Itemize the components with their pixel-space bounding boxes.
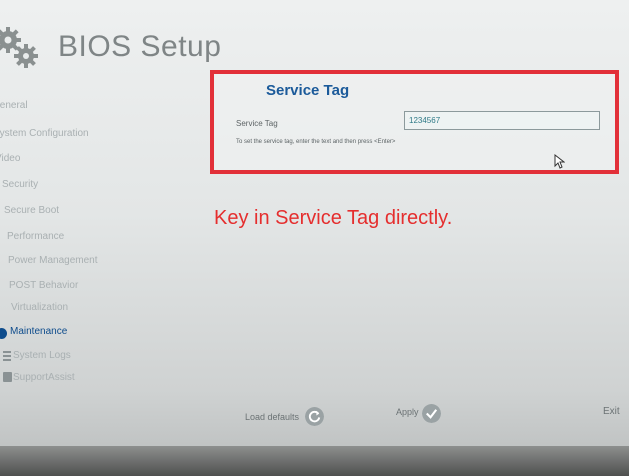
- sidebar-item-label: Virtualization: [11, 302, 69, 313]
- support-icon: [3, 372, 12, 382]
- sidebar-item-power-management[interactable]: Power Management: [8, 255, 98, 273]
- sidebar-item-label: Secure Boot: [4, 205, 60, 216]
- panel-title: Service Tag: [266, 82, 350, 99]
- service-tag-label: Service Tag: [236, 119, 278, 128]
- page-title: BIOS Setup: [58, 30, 222, 63]
- sidebar-item-label: General: [0, 100, 28, 111]
- apply-label: Apply: [396, 407, 419, 417]
- sidebar-item-virtualization[interactable]: Virtualization: [11, 302, 68, 320]
- service-tag-panel: Service Tag Service Tag To set the servi…: [210, 70, 619, 174]
- list-icon: [3, 351, 11, 361]
- sidebar-item-performance[interactable]: Performance: [7, 231, 64, 249]
- sidebar-item-label: System Logs: [13, 350, 71, 361]
- sidebar-item-label: Video: [0, 153, 21, 164]
- sidebar-item-label: System Configuration: [0, 128, 89, 139]
- sidebar-item-label: Power Management: [8, 255, 98, 266]
- exit-button[interactable]: Exit: [603, 406, 620, 417]
- mouse-pointer-icon: [554, 154, 565, 169]
- sidebar-item-security[interactable]: Security: [2, 179, 38, 197]
- sidebar-item-system-configuration[interactable]: System Configuration: [0, 128, 89, 146]
- sidebar-item-video[interactable]: Video: [0, 153, 20, 171]
- gears-icon: [0, 27, 38, 68]
- exit-label: Exit: [603, 406, 620, 417]
- sidebar-item-label: Maintenance: [10, 326, 68, 337]
- sidebar-item-label: POST Behavior: [9, 280, 79, 291]
- refresh-icon[interactable]: [305, 407, 324, 426]
- sidebar-item-general[interactable]: General: [0, 100, 28, 118]
- sidebar-item-label: SupportAssist: [13, 372, 75, 383]
- bios-screen: BIOS Setup General System Configuration …: [0, 0, 629, 476]
- sidebar-item-secure-boot[interactable]: Secure Boot: [4, 205, 59, 223]
- monitor-bezel: [0, 446, 629, 476]
- sidebar-item-label: Performance: [7, 231, 65, 242]
- sidebar-item-post-behavior[interactable]: POST Behavior: [9, 280, 78, 298]
- apply-button[interactable]: Apply: [396, 407, 419, 417]
- selected-indicator-icon: [0, 328, 7, 339]
- service-tag-input[interactable]: [404, 111, 600, 130]
- sidebar-item-system-logs[interactable]: System Logs: [13, 350, 71, 368]
- checkmark-icon[interactable]: [422, 404, 441, 423]
- sidebar-item-supportassist[interactable]: SupportAssist: [13, 372, 75, 390]
- sidebar-item-maintenance[interactable]: Maintenance: [10, 326, 67, 344]
- load-defaults-label: Load defaults: [245, 412, 300, 422]
- service-tag-help-text: To set the service tag, enter the text a…: [236, 139, 396, 145]
- sidebar-item-label: Security: [2, 179, 39, 190]
- load-defaults-button[interactable]: Load defaults: [245, 412, 299, 422]
- annotation-text: Key in Service Tag directly.: [214, 207, 453, 229]
